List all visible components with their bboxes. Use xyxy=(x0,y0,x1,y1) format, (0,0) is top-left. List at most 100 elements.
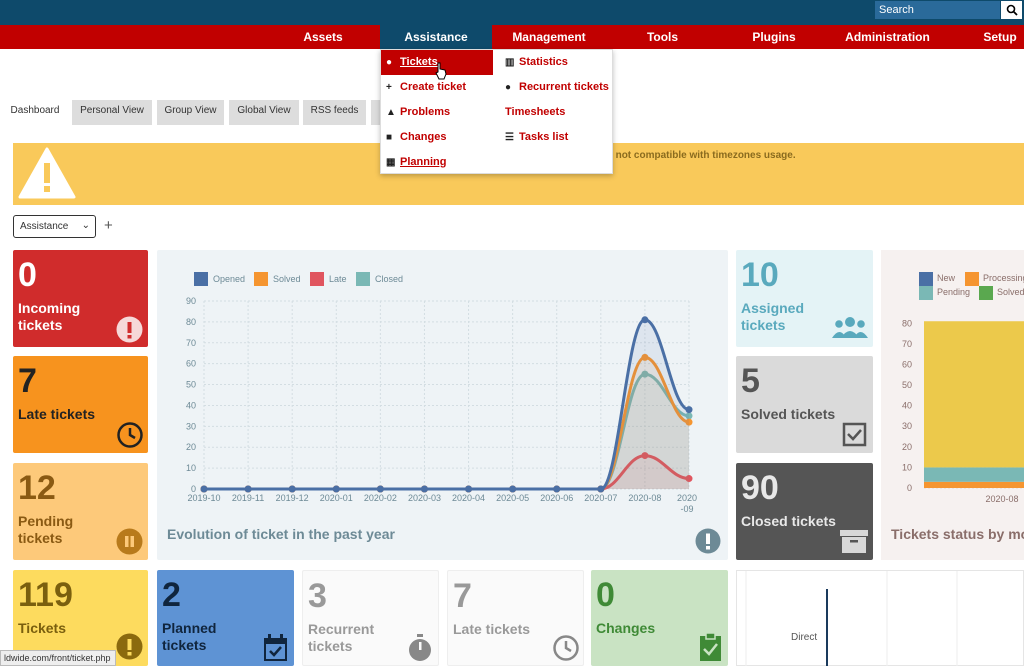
menu-item-planning[interactable]: ▦ Planning xyxy=(381,150,493,175)
search-input[interactable]: Search xyxy=(875,1,1000,19)
menu-item-recurrent-tickets[interactable]: ● Recurrent tickets xyxy=(500,75,612,100)
y-tick-label: 80 xyxy=(186,317,196,327)
main-nav: Assets Assistance Management Tools Plugi… xyxy=(0,25,1024,49)
changes-card[interactable]: 0 Changes xyxy=(591,570,728,666)
nav-tools[interactable]: Tools xyxy=(635,25,690,49)
x-tick-label: -09 xyxy=(680,504,693,514)
pending-tickets-card[interactable]: 12 Pending tickets xyxy=(13,463,148,560)
legend-swatch xyxy=(919,286,933,300)
y-tick-label: 30 xyxy=(902,421,912,431)
nav-plugins[interactable]: Plugins xyxy=(740,25,808,49)
incoming-tickets-card[interactable]: 0 Incoming tickets xyxy=(13,250,148,347)
card-label: Late tickets xyxy=(18,406,96,422)
card-label: Assigned tickets xyxy=(741,300,805,333)
data-point xyxy=(332,485,340,493)
menu-item-tasks-list[interactable]: ☰ Tasks list xyxy=(500,125,612,150)
tab-global-view[interactable]: Global View xyxy=(229,100,299,125)
bar-chart-svg: New Processing Pending Solved 0 10 20 30 40 50 60 7… xyxy=(902,272,1024,504)
direct-chart-panel: Direct xyxy=(736,570,1024,666)
line-chart-svg: Opened Solved Late Closed010203040506070809… xyxy=(186,272,697,514)
menu-item-label: Changes xyxy=(400,131,447,143)
legend-swatch xyxy=(979,286,993,300)
data-point xyxy=(288,485,296,493)
tab-personal-view[interactable]: Personal View xyxy=(72,100,152,125)
y-tick-label: 90 xyxy=(186,296,196,306)
y-tick-label: 10 xyxy=(186,463,196,473)
pause-icon xyxy=(116,528,143,555)
chart-title: Tickets status by mo xyxy=(891,526,1024,542)
menu-item-label: Timesheets xyxy=(505,106,566,118)
card-label: Tickets xyxy=(18,620,66,636)
list-icon: ☰ xyxy=(505,132,514,143)
dashboard-select-value: Assistance xyxy=(20,221,69,232)
card-count: 0 xyxy=(596,576,615,614)
users-icon xyxy=(832,317,868,338)
nav-assistance[interactable]: Assistance xyxy=(380,25,492,49)
stacked-bar-segment xyxy=(924,321,1024,468)
y-tick-label: 50 xyxy=(902,380,912,390)
archive-icon xyxy=(840,530,868,553)
legend-label: Closed xyxy=(375,274,403,284)
nav-assets[interactable]: Assets xyxy=(293,25,353,49)
card-count: 7 xyxy=(18,362,37,400)
warning-icon xyxy=(18,147,76,199)
y-tick-label: 20 xyxy=(186,442,196,452)
tab-rss-feeds[interactable]: RSS feeds xyxy=(303,100,366,125)
exclamation-icon: ● xyxy=(386,57,393,68)
x-tick-label: 2020-08 xyxy=(985,494,1018,504)
card-count: 3 xyxy=(308,577,327,615)
chart-icon: ▥ xyxy=(505,57,515,68)
nav-administration[interactable]: Administration xyxy=(835,25,940,49)
menu-item-timesheets[interactable]: Timesheets xyxy=(500,100,612,125)
browser-status-bar: ldwide.com/front/ticket.php xyxy=(0,650,116,666)
hand-cursor-icon xyxy=(435,62,447,80)
assigned-tickets-card[interactable]: 10 Assigned tickets xyxy=(736,250,873,347)
menu-item-label: Tickets xyxy=(400,56,438,68)
warning-icon: ▲ xyxy=(386,107,396,118)
card-count: 10 xyxy=(741,256,779,294)
late-tickets-card-secondary[interactable]: 7 Late tickets xyxy=(447,570,584,666)
menu-item-statistics[interactable]: ▥ Statistics xyxy=(500,50,612,75)
card-label: Recurrent tickets xyxy=(308,621,375,654)
y-tick-label: 40 xyxy=(902,401,912,411)
menu-item-label: Statistics xyxy=(519,56,568,68)
add-dashboard-button[interactable]: + xyxy=(104,217,113,234)
legend-label: New xyxy=(937,273,956,283)
planned-tickets-card[interactable]: 2 Planned tickets xyxy=(157,570,294,666)
menu-item-problems[interactable]: ▲ Problems xyxy=(381,100,493,125)
tab-group-view[interactable]: Group View xyxy=(157,100,224,125)
x-tick-label: 2020-04 xyxy=(452,493,485,503)
stopwatch-icon xyxy=(409,634,431,661)
tickets-status-chart: New Processing Pending Solved 0 10 20 30 40 50 60 7… xyxy=(881,250,1024,560)
card-count: 2 xyxy=(162,576,181,614)
legend-label: Solved xyxy=(273,274,301,284)
assistance-dropdown-menu: ● Tickets + Create ticket ▲ Problems ■ C… xyxy=(380,49,613,174)
late-tickets-card[interactable]: 7 Late tickets xyxy=(13,356,148,453)
card-count: 119 xyxy=(18,576,73,614)
nav-management[interactable]: Management xyxy=(500,25,598,49)
x-tick-label: 2020-03 xyxy=(408,493,441,503)
y-tick-label: 20 xyxy=(902,442,912,452)
exclamation-icon xyxy=(116,633,143,660)
tab-dashboard[interactable]: Dashboard xyxy=(5,100,65,125)
card-label: Planned tickets xyxy=(162,620,217,653)
data-point xyxy=(553,485,561,493)
search-icon[interactable] xyxy=(1001,1,1022,19)
card-count: 90 xyxy=(741,469,779,507)
data-point xyxy=(465,485,473,493)
solved-tickets-card[interactable]: 5 Solved tickets xyxy=(736,356,873,453)
check-square-icon xyxy=(842,422,867,447)
data-point xyxy=(685,406,693,414)
closed-tickets-card[interactable]: 90 Closed tickets xyxy=(736,463,873,560)
menu-item-changes[interactable]: ■ Changes xyxy=(381,125,493,150)
calendar-check-icon xyxy=(264,634,287,661)
data-point xyxy=(597,485,605,493)
x-tick-label: 2020-07 xyxy=(584,493,617,503)
y-tick-label: 80 xyxy=(902,318,912,328)
data-point xyxy=(244,485,252,493)
dashboard-select[interactable]: Assistance ⌄ xyxy=(13,215,96,238)
nav-setup[interactable]: Setup xyxy=(975,25,1024,49)
recurrent-tickets-card[interactable]: 3 Recurrent tickets xyxy=(302,570,439,666)
legend-swatch xyxy=(310,272,324,286)
menu-item-label: Planning xyxy=(400,156,447,168)
